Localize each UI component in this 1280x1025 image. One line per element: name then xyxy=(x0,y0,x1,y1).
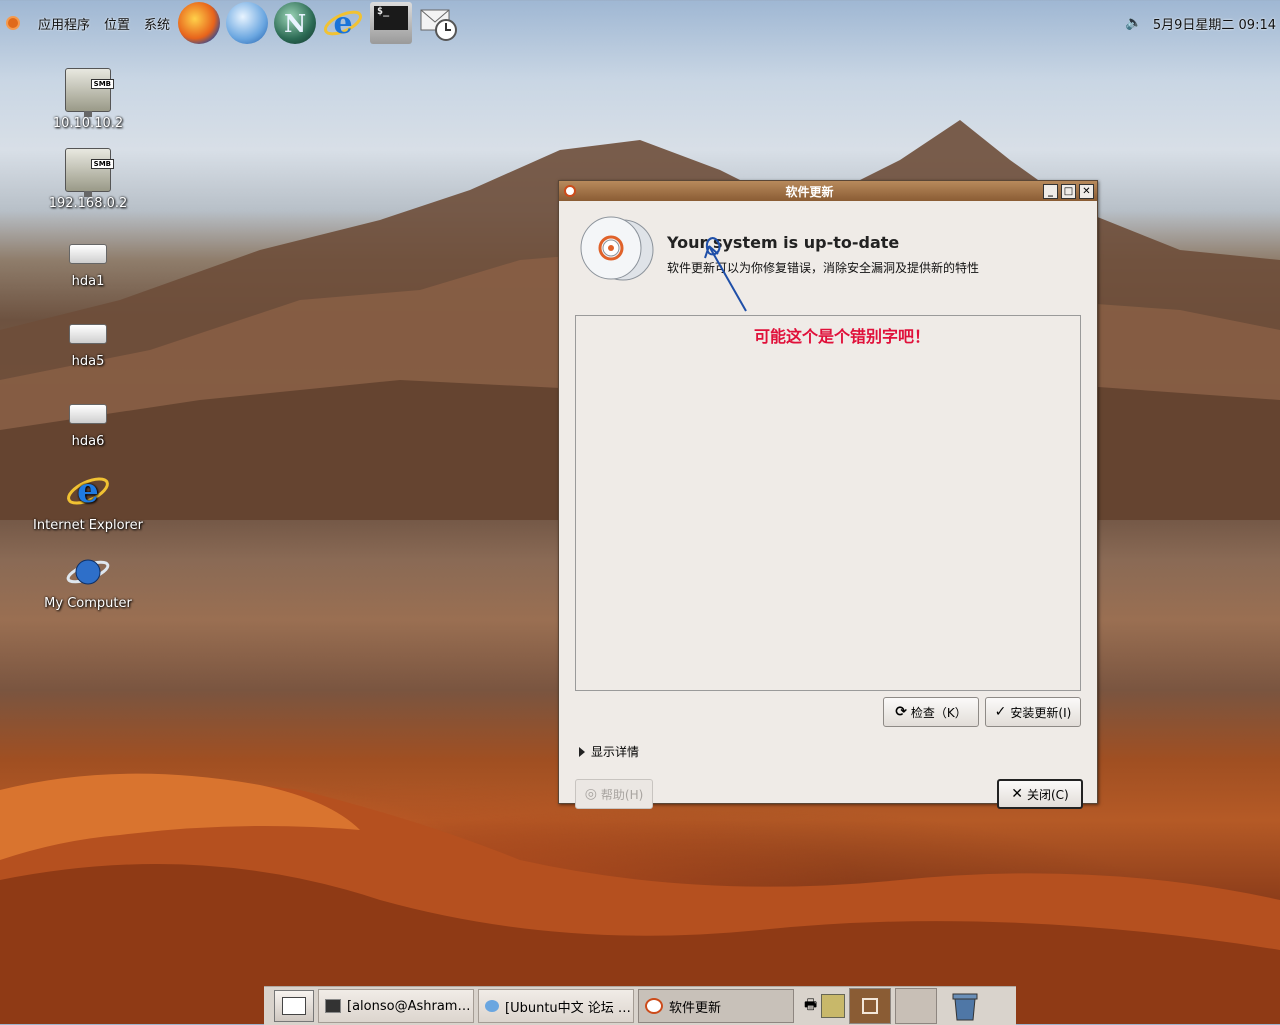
workspace-2[interactable] xyxy=(895,988,938,1024)
bottom-panel: [alonso@Ashram… [Ubuntu中文 论坛 … 软件更新 🖶 xyxy=(264,986,1016,1025)
workspace-1[interactable] xyxy=(849,988,892,1024)
ie-glyph: e xyxy=(323,6,363,41)
clock[interactable]: 5月9日星期二 09:14 xyxy=(1153,14,1276,33)
netscape-icon[interactable]: N xyxy=(274,2,317,44)
software-update-window: 软件更新 _ □ ✕ Your system is up-to-date 软件更… xyxy=(558,180,1098,809)
terminal-icon[interactable]: $_ xyxy=(370,2,413,44)
desktop-icon-label: hda6 xyxy=(71,434,105,449)
trash-icon[interactable] xyxy=(945,989,985,1023)
smb-tag: SMB xyxy=(90,79,114,89)
terminal-screen: $_ xyxy=(374,6,409,30)
desktop-icon-label: 192.168.0.2 xyxy=(48,196,128,211)
show-details-expander[interactable]: 显示详情 xyxy=(579,743,639,760)
computer-icon xyxy=(66,559,110,585)
close-button[interactable]: ✕ 关闭(C) xyxy=(997,779,1083,809)
ie-icon[interactable]: e xyxy=(322,2,364,44)
status-description: 软件更新可以为你修复错误，消除安全漏洞及提供新的特性 xyxy=(667,261,980,275)
trash-glyph xyxy=(952,993,978,1021)
drive-icon xyxy=(69,324,107,344)
help-icon: ◎ xyxy=(584,786,597,802)
show-desktop-icon xyxy=(282,997,306,1015)
mail-clock-icon[interactable] xyxy=(418,2,460,44)
expander-arrow-icon xyxy=(579,746,585,757)
help-button-label: 帮助(H) xyxy=(600,787,644,802)
smb-tag: SMB xyxy=(90,159,114,169)
desktop-icon-my-computer[interactable]: My Computer xyxy=(28,552,148,611)
close-icon[interactable]: ✕ xyxy=(1079,183,1094,199)
menu-places[interactable]: 位置 xyxy=(104,14,130,33)
network-share-icon: SMB xyxy=(65,68,114,117)
annotation-note: 可能这个是个错别字吧！ xyxy=(754,327,931,346)
volume-icon[interactable]: 🔈 xyxy=(1125,15,1142,31)
main-menu: 应用程序 位置 系统 xyxy=(0,0,170,46)
status-headline: Your system is up-to-date xyxy=(667,233,900,252)
updates-list[interactable] xyxy=(575,315,1081,691)
details-label: 显示详情 xyxy=(591,745,640,759)
menu-system[interactable]: 系统 xyxy=(144,14,170,33)
mail-clock-glyph xyxy=(420,9,458,41)
desktop-icon-hda6[interactable]: hda6 xyxy=(28,396,148,449)
refresh-icon: ⟳ xyxy=(895,704,907,720)
task-label: 软件更新 xyxy=(669,1000,722,1016)
close-button-label: 关闭(C) xyxy=(1026,787,1069,802)
minimize-button[interactable]: _ xyxy=(1043,183,1058,199)
top-panel: 应用程序 位置 系统 N e $_ 🔈 5月9日星期二 09:14 xyxy=(0,0,1280,46)
browser-icon[interactable] xyxy=(226,2,269,44)
desktop-icon-label: 10.10.10.2 xyxy=(52,116,124,131)
menu-applications[interactable]: 应用程序 xyxy=(38,14,90,33)
desktop-icon-ie[interactable]: e Internet Explorer xyxy=(28,468,148,533)
update-icon xyxy=(645,998,663,1014)
terminal-icon xyxy=(325,999,341,1013)
task-label: [Ubuntu中文 论坛 … xyxy=(505,1000,631,1016)
desktop-icon-hda5[interactable]: hda5 xyxy=(28,316,148,369)
install-button-label: 安装更新(I) xyxy=(1010,705,1072,720)
svg-text:e: e xyxy=(77,471,99,511)
check-button[interactable]: ⟳ 检查（K） xyxy=(883,697,979,727)
desktop-icon-label: My Computer xyxy=(44,596,132,611)
close-icon: ✕ xyxy=(1011,786,1023,802)
window-titlebar[interactable]: 软件更新 _ □ ✕ xyxy=(559,181,1097,201)
taskbar-item-software-update[interactable]: 软件更新 xyxy=(638,989,794,1023)
desktop-icon-label: hda5 xyxy=(71,354,105,369)
bottom-tray: 🖶 xyxy=(804,988,985,1024)
desktop-icon-smb-2[interactable]: SMB 192.168.0.2 xyxy=(28,148,148,211)
svg-text:e: e xyxy=(334,6,353,41)
check-button-label: 检查（K） xyxy=(910,705,967,720)
drive-icon xyxy=(69,404,107,424)
desktop-icon-hda1[interactable]: hda1 xyxy=(28,236,148,289)
ubuntu-logo-icon[interactable] xyxy=(6,16,20,30)
map-icon[interactable] xyxy=(821,994,846,1018)
desktop-icon-label: hda1 xyxy=(71,274,105,289)
launcher-bar: N e $_ xyxy=(178,2,460,44)
task-label: [alonso@Ashram… xyxy=(347,998,471,1014)
drive-icon xyxy=(69,244,107,264)
printer-icon[interactable]: 🖶 xyxy=(804,994,817,1018)
ie-icon: e xyxy=(67,471,109,511)
network-share-icon: SMB xyxy=(65,148,114,197)
taskbar-item-terminal[interactable]: [alonso@Ashram… xyxy=(318,989,474,1023)
install-button[interactable]: ✓ 安装更新(I) xyxy=(985,697,1081,727)
help-button[interactable]: ◎ 帮助(H) xyxy=(575,779,653,809)
firefox-icon[interactable] xyxy=(178,2,221,44)
taskbar-item-browser[interactable]: [Ubuntu中文 论坛 … xyxy=(478,989,634,1023)
browser-icon xyxy=(485,1000,499,1012)
show-desktop-button[interactable] xyxy=(274,990,314,1022)
tray-area: 🔈 5月9日星期二 09:14 xyxy=(1125,14,1280,33)
update-cd-icon xyxy=(580,216,654,281)
check-mark-icon: ✓ xyxy=(994,704,1007,720)
maximize-button[interactable]: □ xyxy=(1061,183,1076,199)
window-title: 软件更新 xyxy=(785,184,834,199)
desktop-icon-label: Internet Explorer xyxy=(33,518,143,533)
desktop-icon-smb-1[interactable]: SMB 10.10.10.2 xyxy=(28,68,148,131)
update-icon xyxy=(564,185,576,197)
